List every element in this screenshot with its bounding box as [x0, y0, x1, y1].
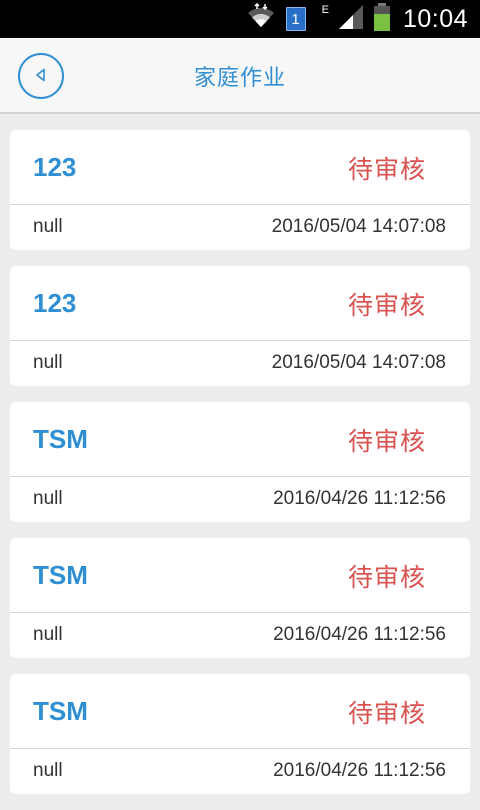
item-timestamp: 2016/05/04 14:07:08: [271, 352, 446, 373]
sim-slot-badge: 1: [285, 7, 306, 31]
back-button[interactable]: [18, 53, 64, 99]
status-icons: 1 E 10:04: [246, 0, 468, 38]
signal-icon: [338, 5, 363, 33]
list-item[interactable]: 123 待审核 null 2016/05/04 14:07:08: [10, 266, 470, 386]
item-description: null: [33, 488, 63, 509]
status-badge: 待审核: [347, 154, 426, 184]
status-bar: 1 E 10:04: [0, 0, 480, 38]
list-item[interactable]: TSM 待审核 null 2016/04/26 11:12:56: [10, 674, 470, 794]
item-title: TSM: [33, 560, 88, 590]
item-timestamp: 2016/04/26 11:12:56: [273, 760, 446, 781]
page-title: 家庭作业: [193, 66, 286, 91]
wifi-icon: [246, 2, 276, 35]
status-badge: 待审核: [347, 562, 426, 592]
item-title: TSM: [33, 424, 88, 454]
item-title: 123: [33, 152, 77, 182]
status-badge: 待审核: [347, 290, 426, 320]
battery-icon: [373, 3, 391, 35]
item-timestamp: 2016/05/04 14:07:08: [271, 216, 446, 237]
homework-list: 123 待审核 null 2016/05/04 14:07:08 123 待审核…: [10, 130, 470, 810]
status-badge: 待审核: [347, 698, 426, 728]
list-item[interactable]: TSM 待审核 null 2016/04/26 11:12:56: [10, 402, 470, 522]
list-item[interactable]: TSM 待审核 null 2016/04/26 11:12:56: [10, 538, 470, 658]
list-item[interactable]: 123 待审核 null 2016/05/04 14:07:08: [10, 130, 470, 250]
network-type-label: E: [321, 4, 329, 16]
item-description: null: [33, 352, 63, 373]
item-timestamp: 2016/04/26 11:12:56: [273, 488, 446, 509]
item-title: TSM: [33, 696, 88, 726]
item-description: null: [33, 760, 63, 781]
item-title: 123: [33, 288, 77, 318]
status-clock: 10:04: [402, 4, 468, 33]
chevron-left-icon: [34, 67, 48, 86]
item-description: null: [33, 624, 63, 645]
item-timestamp: 2016/04/26 11:12:56: [273, 624, 446, 645]
status-badge: 待审核: [347, 426, 426, 456]
app-header: 家庭作业: [0, 38, 480, 114]
item-description: null: [33, 216, 63, 237]
